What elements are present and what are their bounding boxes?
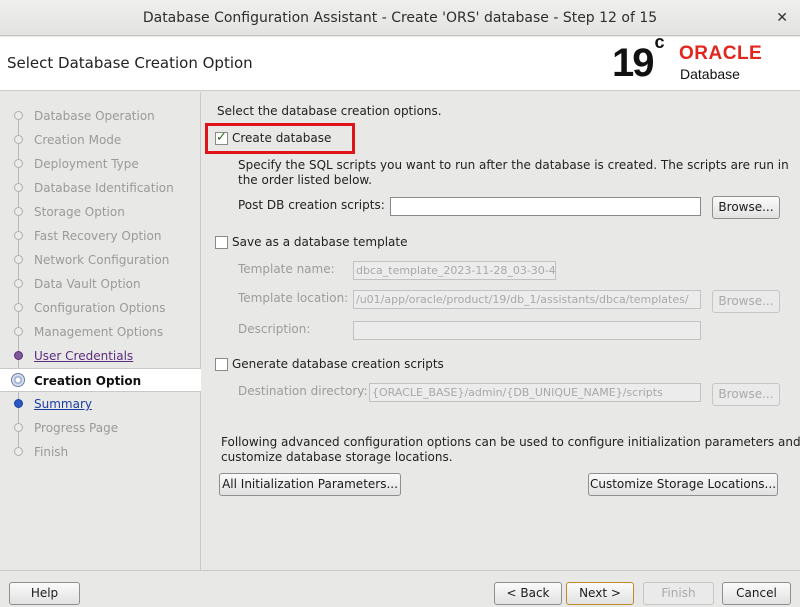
oracle-19c-logo: 19 c — [612, 31, 665, 85]
create-database-desc-line2: the order listed below. — [238, 173, 372, 187]
main-panel: Select the database creation options. ✓ … — [202, 92, 800, 570]
intro-text: Select the database creation options. — [217, 104, 442, 118]
template-description-label: Description: — [238, 322, 311, 336]
back-button[interactable]: < Back — [494, 582, 562, 605]
close-icon[interactable]: ✕ — [776, 0, 788, 36]
step-status-icon — [14, 255, 23, 264]
destination-directory-label: Destination directory: — [238, 384, 368, 398]
step-status-icon — [14, 399, 23, 408]
help-button[interactable]: Help — [9, 582, 80, 605]
template-description-input[interactable] — [353, 321, 701, 340]
step-status-icon — [14, 279, 23, 288]
save-template-checkbox[interactable] — [215, 236, 228, 249]
generate-scripts-checkbox[interactable] — [215, 358, 228, 371]
cancel-button[interactable]: Cancel — [722, 582, 791, 605]
step-status-icon — [14, 207, 23, 216]
steps-sidebar: Database Operation Creation Mode Deploymen… — [0, 92, 201, 570]
create-database-checkbox[interactable]: ✓ — [215, 130, 228, 145]
step-finish: Finish — [34, 445, 69, 459]
post-db-scripts-label: Post DB creation scripts: — [238, 198, 385, 212]
oracle-logo: ORACLE — [679, 43, 763, 64]
step-status-icon — [14, 447, 23, 456]
all-initialization-parameters-button[interactable]: All Initialization Parameters... — [219, 473, 401, 496]
post-db-scripts-input[interactable] — [390, 197, 701, 216]
step-status-icon — [14, 231, 23, 240]
next-button[interactable]: Next > — [566, 582, 634, 605]
step-status-icon — [14, 327, 23, 336]
create-database-label[interactable]: Create database — [232, 131, 331, 145]
finish-button[interactable]: Finish — [643, 582, 714, 605]
page-title: Select Database Creation Option — [7, 54, 253, 72]
create-database-desc-line1: Specify the SQL scripts you want to run … — [238, 158, 789, 172]
step-data-vault-option: Data Vault Option — [34, 277, 141, 291]
template-name-label: Template name: — [238, 262, 335, 276]
step-progress-page: Progress Page — [34, 421, 119, 435]
step-fast-recovery-option: Fast Recovery Option — [34, 229, 162, 243]
step-deployment-type: Deployment Type — [34, 157, 139, 171]
step-status-icon — [14, 159, 23, 168]
step-database-identification: Database Identification — [34, 181, 174, 195]
step-status-icon — [14, 111, 23, 120]
template-location-label: Template location: — [238, 291, 349, 305]
wizard-footer: Help < Back Next > Finish Cancel — [0, 570, 800, 607]
step-creation-mode: Creation Mode — [34, 133, 122, 147]
advanced-desc-line2: customize database storage locations. — [221, 450, 453, 464]
step-storage-option: Storage Option — [34, 205, 125, 219]
step-status-icon — [14, 351, 23, 360]
step-management-options: Management Options — [34, 325, 164, 339]
step-creation-option[interactable]: Creation Option — [0, 368, 201, 392]
step-database-operation: Database Operation — [34, 109, 155, 123]
step-status-icon — [14, 135, 23, 144]
template-location-input[interactable]: /u01/app/oracle/product/19/db_1/assistan… — [353, 290, 701, 309]
step-status-icon — [11, 373, 25, 387]
step-configuration-options: Configuration Options — [34, 301, 166, 315]
template-location-browse-button[interactable]: Browse... — [712, 290, 780, 313]
generate-scripts-label[interactable]: Generate database creation scripts — [232, 357, 444, 371]
post-db-scripts-browse-button[interactable]: Browse... — [712, 196, 780, 219]
checkmark-icon: ✓ — [216, 130, 227, 145]
step-user-credentials[interactable]: User Credentials — [0, 344, 201, 368]
page-header: Select Database Creation Option 19 c ORAC… — [0, 31, 800, 91]
window-titlebar: Database Configuration Assistant - Creat… — [0, 0, 800, 36]
oracle-database-label: Database — [680, 66, 740, 82]
step-status-icon — [14, 303, 23, 312]
destination-browse-button[interactable]: Browse... — [712, 383, 780, 406]
step-status-icon — [14, 183, 23, 192]
advanced-desc-line1: Following advanced configuration options… — [221, 435, 800, 449]
destination-directory-input[interactable]: {ORACLE_BASE}/admin/{DB_UNIQUE_NAME}/scr… — [369, 383, 701, 402]
step-summary[interactable]: Summary — [0, 392, 201, 416]
window-title: Database Configuration Assistant - Creat… — [142, 10, 658, 26]
save-template-label[interactable]: Save as a database template — [232, 235, 407, 249]
customize-storage-locations-button[interactable]: Customize Storage Locations... — [588, 473, 778, 496]
template-name-input[interactable]: dbca_template_2023-11-28_03-30-4 — [353, 261, 556, 280]
step-network-configuration: Network Configuration — [34, 253, 170, 267]
step-status-icon — [14, 423, 23, 432]
